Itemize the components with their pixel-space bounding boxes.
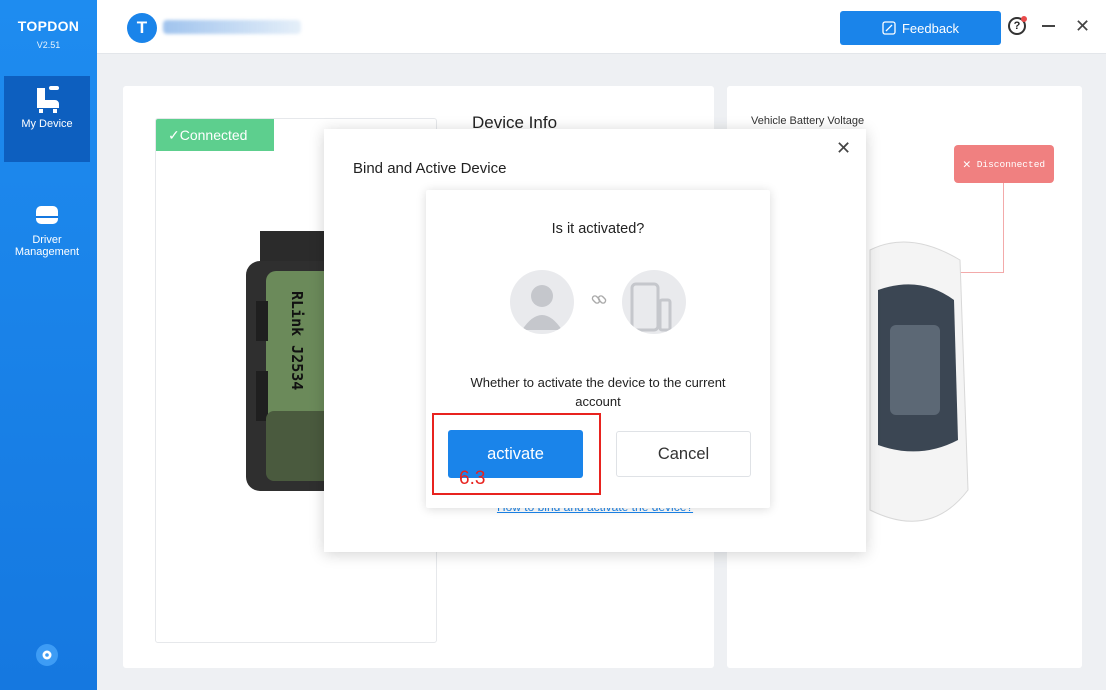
battery-voltage-label: Vehicle Battery Voltage bbox=[751, 115, 865, 127]
annotation-label: 6.3 bbox=[459, 468, 486, 489]
activation-question: Is it activated? bbox=[551, 221, 645, 237]
sidebar-item-label: My Device bbox=[21, 118, 73, 130]
annotation-box bbox=[432, 413, 601, 495]
app-version: V2.51 bbox=[36, 40, 61, 50]
sidebar-item-label: Driver Management bbox=[14, 234, 80, 258]
cancel-button[interactable]: Cancel bbox=[616, 431, 751, 477]
feedback-label: Feedback bbox=[901, 20, 960, 36]
brand: TOPDON V2.51 bbox=[0, 18, 97, 50]
device-icon bbox=[622, 270, 686, 334]
close-icon[interactable]: ✕ bbox=[836, 138, 851, 159]
link-icon bbox=[591, 295, 607, 304]
close-window-icon[interactable]: ✕ bbox=[1075, 16, 1090, 37]
minimize-icon[interactable] bbox=[1042, 25, 1055, 27]
disconnected-label: Disconnected bbox=[976, 158, 1046, 170]
seat-icon bbox=[37, 86, 59, 113]
disconnected-badge: ✕ Disconnected bbox=[954, 145, 1054, 183]
car-image bbox=[869, 241, 969, 522]
user-avatar-icon bbox=[510, 270, 574, 334]
device-model-label: RLink J2534 bbox=[288, 291, 306, 390]
connector-line bbox=[1003, 183, 1004, 273]
settings-button[interactable] bbox=[36, 644, 58, 666]
brand-name: TOPDON bbox=[17, 18, 80, 34]
connected-badge: ✓Connected bbox=[156, 119, 274, 151]
account-name-redacted bbox=[163, 20, 301, 34]
gear-icon bbox=[42, 650, 52, 660]
account-avatar[interactable]: T bbox=[127, 13, 157, 43]
sidebar: TOPDON V2.51 My Device Driver Management bbox=[0, 0, 97, 690]
topbar: T Feedback ? ✕ bbox=[97, 0, 1106, 54]
driver-icon bbox=[36, 206, 58, 224]
close-icon: ✕ bbox=[962, 156, 971, 172]
feedback-icon bbox=[882, 21, 896, 35]
sidebar-item-my-device[interactable]: My Device bbox=[4, 76, 90, 162]
notification-dot bbox=[1021, 16, 1027, 22]
activation-description: Whether to activate the device to the cu… bbox=[470, 375, 726, 409]
dialog-title: Bind and Active Device bbox=[353, 160, 507, 177]
sidebar-item-driver-management[interactable]: Driver Management bbox=[4, 192, 90, 282]
feedback-button[interactable]: Feedback bbox=[840, 11, 1001, 45]
help-icon[interactable]: ? bbox=[1008, 16, 1027, 35]
